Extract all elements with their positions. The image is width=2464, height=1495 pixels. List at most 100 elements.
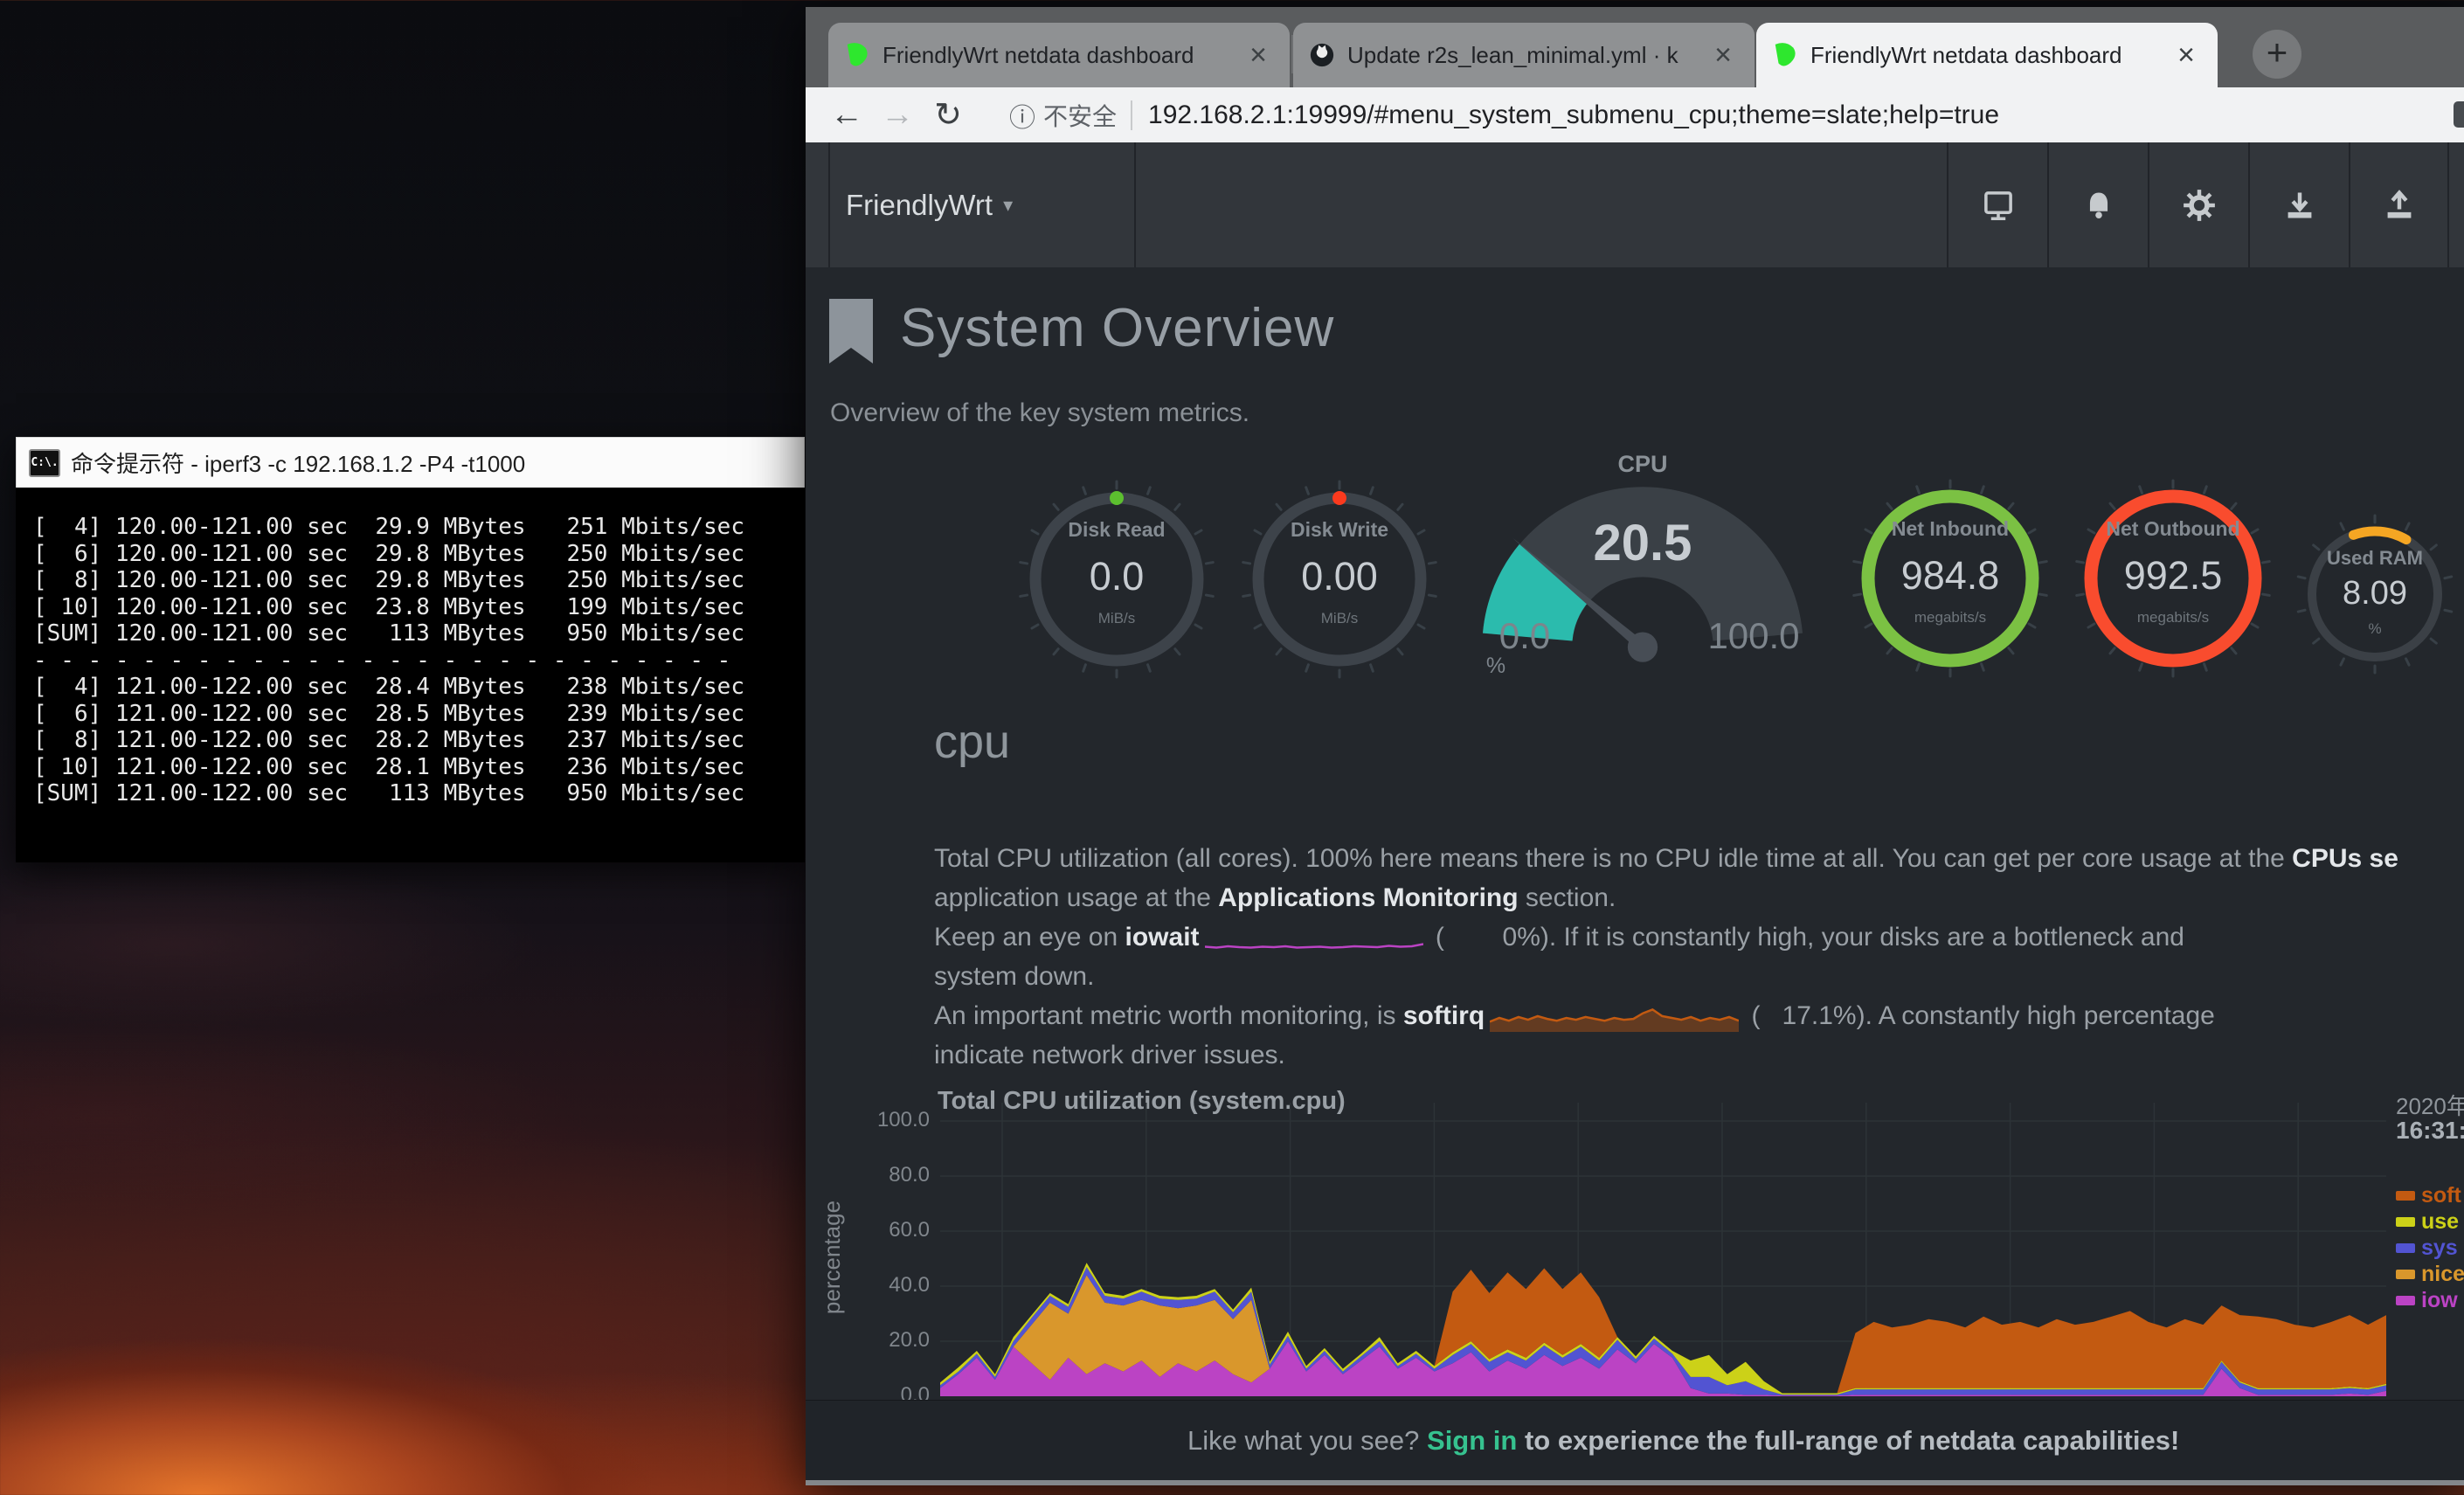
text-segment: system down. (934, 962, 1094, 991)
paragraph-line: indicate network driver issues. (934, 1041, 2464, 1080)
close-icon[interactable]: × (1242, 39, 1274, 71)
gauge-title: Net Outbound (2068, 517, 2278, 541)
reload-button[interactable]: ↻ (923, 95, 973, 135)
import-snapshot-button[interactable] (2248, 142, 2349, 267)
terminal-title: 命令提示符 - iperf3 -c 192.168.1.2 -P4 -t1000 (71, 446, 525, 479)
page-subtitle: Overview of the key system metrics. (830, 398, 1249, 428)
brand-menu[interactable]: FriendlyWrt ▾ (828, 142, 1136, 267)
legend-swatch (2396, 1191, 2415, 1201)
alarms-button[interactable] (2047, 142, 2148, 267)
terminal-window[interactable]: C:\. 命令提示符 - iperf3 -c 192.168.1.2 -P4 -… (16, 437, 805, 862)
legend-label: sys (2421, 1235, 2458, 1260)
y-axis-tick: 40.0 (835, 1273, 930, 1298)
browser-bottom-edge (806, 1480, 2464, 1485)
tab-label: FriendlyWrt netdata dashboard (1810, 42, 2158, 69)
security-label[interactable]: 不安全 (1043, 98, 1117, 133)
toolbar-extension-icon[interactable] (2454, 101, 2464, 128)
legend-swatch (2396, 1296, 2415, 1305)
gauge-unit: % (1470, 654, 1522, 679)
print-dashboard-button[interactable] (1947, 142, 2047, 267)
gauge-unit: % (2270, 620, 2464, 638)
netdata-icon (844, 42, 870, 68)
tab-strip: FriendlyWrt netdata dashboard × Update r… (806, 7, 2464, 87)
legend-item-softirq[interactable]: soft (2396, 1183, 2461, 1209)
terminal-output: [ 4] 120.00-121.00 sec 29.9 MBytes 251 M… (33, 514, 787, 807)
text-segment: Sign in (1427, 1425, 1517, 1456)
page-title: System Overview (900, 297, 1334, 359)
gauge-max: 100.0 (1679, 615, 1828, 657)
new-tab-button[interactable]: + (2253, 30, 2301, 79)
y-axis-tick: 60.0 (835, 1218, 930, 1242)
browser-toolbar: ← → ↻ ⓘ 不安全 192.168.2.1:19999/#menu_syst… (806, 87, 2464, 142)
paragraph-line: system down. (934, 962, 2464, 1001)
gauge-value: 8.09 (2270, 575, 2464, 613)
terminal-body: [ 4] 120.00-121.00 sec 29.9 MBytes 251 M… (16, 488, 805, 862)
gauge-value: 0.00 (1235, 554, 1444, 599)
github-icon (1309, 42, 1335, 68)
bell-icon (2082, 189, 2115, 222)
gauge-title: Disk Write (1235, 518, 1444, 542)
site-info-icon[interactable]: ⓘ (1005, 96, 1040, 135)
cpu-utilization-chart[interactable] (940, 1103, 2386, 1396)
paragraph-line: Keep an eye on iowait ( 0%). If it is co… (934, 923, 2464, 962)
gauge-unit: MiB/s (1235, 610, 1444, 627)
legend-item-user[interactable]: use (2396, 1209, 2459, 1235)
terminal-titlebar[interactable]: C:\. 命令提示符 - iperf3 -c 192.168.1.2 -P4 -… (16, 437, 805, 488)
y-axis-tick: 20.0 (835, 1328, 930, 1353)
settings-button[interactable] (2148, 142, 2248, 267)
legend-item-nice[interactable]: nice (2396, 1262, 2464, 1288)
chart-timestamp-time: 16:31:2 (2396, 1117, 2464, 1145)
gauge-title: CPU (1547, 451, 1739, 478)
text-segment: to experience the full-range of netdata … (1517, 1425, 2179, 1456)
legend-item-system[interactable]: sys (2396, 1235, 2458, 1262)
paragraph-line: application usage at the Applications Mo… (934, 883, 2464, 923)
legend-swatch (2396, 1217, 2415, 1227)
text-segment: ( 0%). If it is constantly high, your di… (1429, 923, 2184, 952)
legend-label: nice (2421, 1262, 2464, 1286)
close-icon[interactable]: × (2170, 39, 2202, 71)
text-segment: iowait (1125, 923, 1200, 952)
dashboard-content: System Overview Overview of the key syst… (806, 267, 2464, 1400)
gauge-value: 984.8 (1845, 553, 2055, 599)
export-snapshot-button[interactable] (2349, 142, 2449, 267)
back-button[interactable]: ← (821, 96, 872, 134)
text-segment: section. (1519, 883, 1616, 912)
address-separator (1131, 100, 1132, 130)
text-segment: CPUs se (2292, 844, 2398, 873)
monitor-icon (1981, 188, 2016, 223)
text-segment: ( 17.1%). A constantly high percentage (1744, 1001, 2215, 1030)
gauge-title: Used RAM (2270, 547, 2464, 570)
legend-label: iow (2421, 1288, 2458, 1312)
legend-label: use (2421, 1209, 2459, 1234)
download-icon (2283, 189, 2316, 222)
forward-button[interactable]: → (872, 96, 923, 134)
legend-swatch (2396, 1270, 2415, 1279)
text-segment: An important metric worth monitoring, is (934, 1001, 1403, 1030)
text-segment: Keep an eye on (934, 923, 1125, 952)
cpu-description: Total CPU utilization (all cores). 100% … (934, 844, 2464, 1080)
gauge-unit: MiB/s (1012, 610, 1222, 627)
section-heading-cpu: cpu (934, 715, 1010, 769)
gauge-value: 992.5 (2068, 553, 2278, 599)
text-segment: application usage at the (934, 883, 1218, 912)
gauge-title: Net Inbound (1845, 517, 2055, 541)
chevron-down-icon: ▾ (1003, 194, 1013, 217)
tab-netdata-2-active[interactable]: FriendlyWrt netdata dashboard × (1756, 23, 2218, 87)
inline-sparkline (1205, 927, 1423, 950)
text-segment: Total CPU utilization (all cores). 100% … (934, 844, 2292, 873)
tab-netdata-1[interactable]: FriendlyWrt netdata dashboard × (828, 23, 1290, 87)
tab-label: FriendlyWrt netdata dashboard (882, 42, 1230, 69)
netdata-icon (1772, 42, 1798, 68)
text-segment: indicate network driver issues. (934, 1041, 1285, 1069)
legend-item-iowait[interactable]: iow (2396, 1288, 2458, 1314)
address-bar[interactable]: 192.168.2.1:19999/#menu_system_submenu_c… (1148, 100, 2464, 130)
tab-github[interactable]: Update r2s_lean_minimal.yml · k × (1293, 23, 1755, 87)
close-icon[interactable]: × (1707, 39, 1739, 71)
tab-label: Update r2s_lean_minimal.yml · k (1347, 42, 1695, 69)
upload-icon (2383, 189, 2416, 222)
signin-text: Like what you see? Sign in to experience… (806, 1401, 2464, 1481)
text-segment: Like what you see? (1187, 1425, 1427, 1456)
paragraph-line: Total CPU utilization (all cores). 100% … (934, 844, 2464, 883)
legend-label: soft (2421, 1183, 2461, 1208)
gauge-title: Disk Read (1012, 518, 1222, 542)
